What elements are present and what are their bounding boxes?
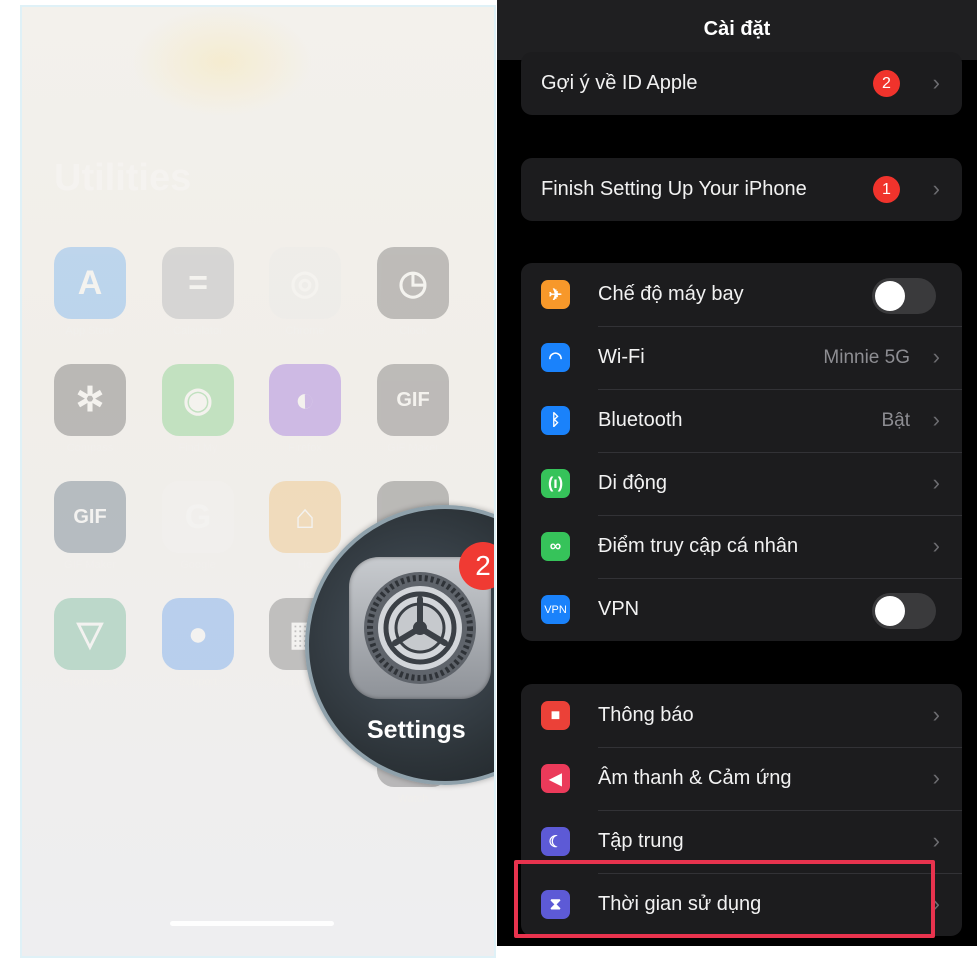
settings-row-bluetooth[interactable]: ᛒ Bluetooth Bật › bbox=[521, 389, 962, 452]
app-label: Calculator bbox=[173, 325, 223, 337]
home-icon[interactable]: ⌂ bbox=[269, 481, 341, 553]
protonvpn-icon[interactable]: ▽ bbox=[54, 598, 126, 670]
settings-row-airplane[interactable]: ✈ Chế độ máy bay bbox=[521, 263, 962, 326]
chevron-right-icon: › bbox=[932, 533, 940, 558]
app-label: Firefox bbox=[288, 442, 322, 454]
firefox-icon-glyph: ◐ bbox=[294, 380, 316, 419]
google-icon-glyph: G bbox=[184, 497, 212, 536]
focus-moon-icon: ☾ bbox=[541, 827, 570, 856]
app-label: Support bbox=[178, 676, 218, 688]
settings-row-sounds[interactable]: ◀ Âm thanh & Cảm ứng › bbox=[521, 747, 962, 810]
compass-icon-glyph: ✲ bbox=[75, 381, 105, 419]
chevron-right-icon: › bbox=[932, 828, 940, 853]
calculator-icon[interactable]: = bbox=[162, 247, 234, 319]
google-icon[interactable]: G bbox=[162, 481, 234, 553]
settings-row-value: Minnie 5G bbox=[823, 347, 910, 368]
find-my-icon-glyph: ◉ bbox=[183, 381, 213, 419]
page-title: Cài đặt bbox=[703, 18, 771, 40]
firefox-icon[interactable]: ◐ bbox=[269, 364, 341, 436]
app-label: Google bbox=[180, 559, 216, 571]
clock-icon[interactable]: ◷ bbox=[377, 247, 449, 319]
calculator-icon-glyph: = bbox=[188, 263, 208, 302]
navigation-bar: Cài đặt bbox=[497, 0, 977, 60]
app-store-icon-glyph: A bbox=[77, 263, 103, 302]
wifi-icon: ◠ bbox=[541, 343, 570, 372]
gif-maker-icon[interactable]: GIF bbox=[54, 481, 126, 553]
apple-support-icon[interactable]: ● bbox=[162, 598, 234, 670]
apple-support-icon-glyph: ● bbox=[187, 614, 209, 653]
settings-row-label: Thông báo bbox=[598, 704, 694, 726]
gif-maker-icon[interactable]: GIF bbox=[377, 364, 449, 436]
settings-row-label: Điểm truy cập cá nhân bbox=[598, 535, 799, 557]
notifications-icon: ■ bbox=[541, 701, 570, 730]
app-label: GIF Maker bbox=[64, 559, 116, 571]
settings-row-label: Chế độ máy bay bbox=[598, 283, 744, 305]
chrome-icon-glyph: ◎ bbox=[290, 264, 320, 302]
app-label: Chrome bbox=[285, 325, 325, 337]
folder-title: Utilities bbox=[54, 157, 192, 199]
settings-row-cellular[interactable]: (ı) Di động › bbox=[521, 452, 962, 515]
app-store-icon[interactable]: A bbox=[54, 247, 126, 319]
app-label: Compass bbox=[66, 442, 114, 454]
settings-screen: Cài đặt Gợi ý về ID Apple 2 › Finish Set… bbox=[497, 0, 977, 946]
airplane-icon: ✈ bbox=[541, 280, 570, 309]
app-label: Clock bbox=[399, 325, 427, 337]
gif-maker-icon-glyph: GIF bbox=[73, 505, 107, 528]
compass-icon[interactable]: ✲ bbox=[54, 364, 126, 436]
settings-row-notifications[interactable]: ■ Thông báo › bbox=[521, 684, 962, 747]
sounds-icon: ◀ bbox=[541, 764, 570, 793]
app-label: App Store bbox=[65, 325, 115, 337]
toggle-knob bbox=[875, 281, 905, 311]
settings-row-label: Âm thanh & Cảm ứng bbox=[598, 767, 792, 789]
app-label: Watch bbox=[397, 793, 429, 805]
settings-row-vpn[interactable]: VPN VPN bbox=[521, 578, 962, 641]
finish-setup-label: Finish Setting Up Your iPhone bbox=[541, 178, 807, 200]
finish-setup-badge: 1 bbox=[873, 176, 900, 203]
hotspot-icon: ∞ bbox=[541, 532, 570, 561]
app-label: GIF Maker bbox=[387, 442, 439, 454]
app-label: Find My bbox=[178, 442, 218, 454]
chevron-right-icon: › bbox=[932, 70, 940, 95]
chevron-right-icon: › bbox=[932, 344, 940, 369]
chevron-right-icon: › bbox=[932, 470, 940, 495]
bluetooth-icon: ᛒ bbox=[541, 406, 570, 435]
apple-id-suggestions-label: Gợi ý về ID Apple bbox=[541, 72, 698, 94]
toggle-knob bbox=[875, 596, 905, 626]
settings-app-label: Settings bbox=[367, 716, 466, 744]
home-indicator[interactable] bbox=[170, 921, 334, 926]
finish-setup-row[interactable]: Finish Setting Up Your iPhone 1 › bbox=[521, 158, 962, 221]
screen-time-highlight-box bbox=[514, 860, 935, 938]
toggle-switch[interactable] bbox=[872, 593, 936, 629]
chevron-right-icon: › bbox=[932, 702, 940, 727]
toggle-switch[interactable] bbox=[872, 278, 936, 314]
settings-row-label: Wi-Fi bbox=[598, 346, 645, 368]
settings-row-wifi[interactable]: ◠ Wi-Fi Minnie 5G › bbox=[521, 326, 962, 389]
apple-id-suggestions-row[interactable]: Gợi ý về ID Apple 2 › bbox=[521, 52, 962, 115]
chevron-right-icon: › bbox=[932, 176, 940, 201]
settings-row-value: Bật bbox=[881, 410, 910, 431]
apple-id-badge: 2 bbox=[873, 70, 900, 97]
finish-setup-group: Finish Setting Up Your iPhone 1 › bbox=[521, 158, 962, 221]
chevron-right-icon: › bbox=[932, 407, 940, 432]
app-label: ProtonVPN bbox=[62, 676, 118, 688]
screenshot: Utilities A App Store = Calculator ◎ Chrome ◷ C… bbox=[0, 0, 977, 961]
find-my-icon[interactable]: ◉ bbox=[162, 364, 234, 436]
protonvpn-icon-glyph: ▽ bbox=[76, 615, 104, 653]
cellular-icon: (ı) bbox=[541, 469, 570, 498]
settings-row-label: VPN bbox=[598, 598, 640, 620]
home-screen-panel: Utilities A App Store = Calculator ◎ Chrome ◷ C… bbox=[20, 5, 496, 958]
settings-row-hotspot[interactable]: ∞ Điểm truy cập cá nhân › bbox=[521, 515, 962, 578]
settings-row-label: Bluetooth bbox=[598, 409, 683, 431]
background-glow bbox=[132, 7, 312, 117]
gif-maker-icon-glyph: GIF bbox=[396, 388, 430, 411]
home-icon-glyph: ⌂ bbox=[294, 497, 316, 536]
chevron-right-icon: › bbox=[932, 765, 940, 790]
apple-id-group: Gợi ý về ID Apple 2 › bbox=[521, 52, 962, 115]
vpn-icon: VPN bbox=[541, 595, 570, 624]
settings-row-label: Di động bbox=[598, 472, 667, 494]
connectivity-group: ✈ Chế độ máy bay ◠ Wi-Fi Minnie 5G › ᛒ Bluetoot… bbox=[521, 263, 962, 641]
settings-row-label: Tập trung bbox=[598, 830, 684, 852]
chrome-icon[interactable]: ◎ bbox=[269, 247, 341, 319]
clock-icon-glyph: ◷ bbox=[398, 264, 428, 302]
